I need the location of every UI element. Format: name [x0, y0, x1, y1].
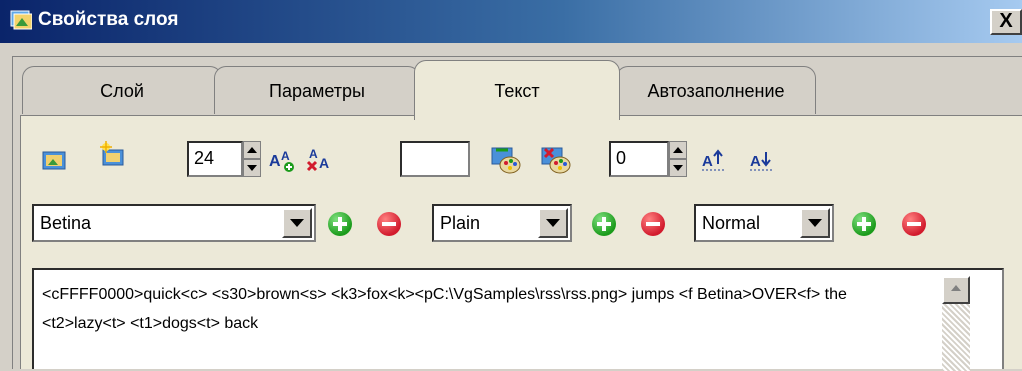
remove-font-button[interactable] [377, 212, 401, 236]
chevron-up-icon [951, 285, 961, 291]
font-style-dropdown-button[interactable] [538, 208, 568, 238]
remove-style-button[interactable] [641, 212, 665, 236]
font-size-down-button[interactable] [243, 159, 261, 177]
font-family-select[interactable]: Betina [32, 204, 316, 242]
new-image-icon[interactable] [98, 140, 126, 168]
font-size-spinner[interactable]: 24 [187, 141, 261, 177]
svg-text:A: A [319, 155, 329, 171]
tab-layer[interactable]: Слой [22, 66, 222, 114]
chevron-down-icon [808, 219, 822, 227]
font-style-select[interactable]: Plain [432, 204, 572, 242]
spacing-down-button[interactable] [669, 159, 687, 177]
add-style-button[interactable] [592, 212, 616, 236]
spacing-input[interactable]: 0 [609, 141, 669, 177]
tab-text[interactable]: Текст [414, 60, 620, 120]
font-family-dropdown-button[interactable] [282, 208, 312, 238]
scroll-up-button[interactable] [942, 276, 970, 304]
text-content[interactable]: <cFFFF0000>quick<c> <s30>brown<s> <k3>fo… [42, 280, 910, 338]
font-weight-value: Normal [702, 213, 761, 233]
layer-app-icon [10, 10, 32, 30]
chevron-down-icon [290, 219, 304, 227]
font-remove-icon[interactable]: A A [306, 146, 336, 174]
tab-autofill[interactable]: Автозаполнение [616, 66, 816, 114]
title-bar: Свойства слоя X [0, 0, 1022, 43]
svg-text:A: A [269, 153, 281, 170]
tab-parameters[interactable]: Параметры [214, 66, 420, 114]
spacing-up-button[interactable] [669, 141, 687, 159]
spacing-spinner[interactable]: 0 [609, 141, 689, 177]
font-weight-dropdown-button[interactable] [800, 208, 830, 238]
add-weight-button[interactable] [852, 212, 876, 236]
font-style-value: Plain [440, 213, 481, 233]
spacing-up-icon[interactable]: A [700, 146, 728, 174]
text-content-area[interactable]: <cFFFF0000>quick<c> <s30>brown<s> <k3>fo… [32, 268, 1004, 371]
svg-text:A: A [702, 153, 713, 170]
image-icon[interactable] [40, 146, 68, 174]
vertical-scrollbar[interactable] [942, 276, 970, 371]
color-input[interactable] [400, 141, 470, 177]
spacing-down-icon[interactable]: A [748, 146, 776, 174]
font-weight-select[interactable]: Normal [694, 204, 834, 242]
remove-weight-button[interactable] [902, 212, 926, 236]
font-family-value: Betina [40, 213, 92, 233]
window-title: Свойства слоя [38, 9, 179, 30]
close-button[interactable]: X [990, 9, 1022, 35]
font-size-up-button[interactable] [243, 141, 261, 159]
add-font-button[interactable] [328, 212, 352, 236]
font-size-input[interactable]: 24 [187, 141, 243, 177]
color-palette-remove-icon[interactable] [540, 144, 572, 176]
svg-text:A: A [281, 149, 290, 163]
svg-text:A: A [750, 153, 761, 170]
chevron-down-icon [546, 219, 560, 227]
svg-text:A: A [309, 147, 318, 161]
font-grow-icon[interactable]: A A [268, 146, 298, 174]
color-palette-add-icon[interactable] [490, 144, 522, 176]
